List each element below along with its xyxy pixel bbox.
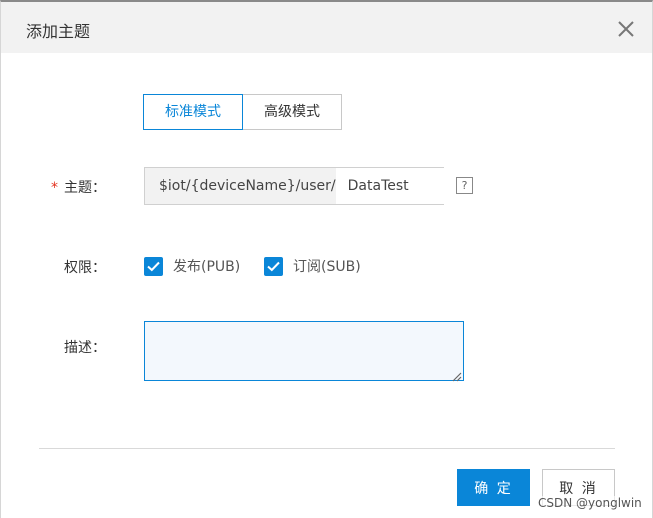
- topic-prefix: $iot/{deviceName}/user/: [145, 168, 336, 204]
- tab-advanced-mode[interactable]: 高级模式: [243, 94, 342, 130]
- checkmark-icon[interactable]: [264, 256, 283, 276]
- help-icon[interactable]: ?: [456, 177, 473, 194]
- checkbox-subscribe-label: 订阅(SUB): [293, 259, 361, 275]
- required-mark: *: [51, 180, 58, 196]
- permission-label: 权限：: [64, 260, 106, 276]
- description-label: 描述：: [64, 340, 106, 356]
- checkbox-publish[interactable]: 发布(PUB): [144, 256, 240, 276]
- checkbox-subscribe[interactable]: 订阅(SUB): [264, 256, 361, 276]
- dialog-title: 添加主题: [26, 22, 91, 41]
- add-topic-dialog: 添加主题 标准模式 高级模式 * 主题： $iot/{deviceName}/us…: [0, 0, 653, 518]
- footer-divider: [39, 448, 615, 449]
- close-icon[interactable]: [615, 18, 637, 40]
- tab-standard-mode[interactable]: 标准模式: [143, 94, 243, 130]
- topic-input[interactable]: [335, 168, 522, 204]
- description-textarea[interactable]: [144, 321, 464, 381]
- topic-field: $iot/{deviceName}/user/: [144, 167, 522, 205]
- checkmark-icon[interactable]: [144, 256, 163, 276]
- topic-label: * 主题：: [51, 177, 106, 197]
- watermark: CSDN @yonglwin: [538, 496, 642, 510]
- mode-segmented-control: 标准模式 高级模式: [143, 94, 342, 130]
- topic-label-text: 主题：: [64, 180, 106, 196]
- checkbox-publish-label: 发布(PUB): [173, 259, 241, 275]
- dialog-header: 添加主题: [1, 2, 652, 53]
- confirm-button[interactable]: 确 定: [457, 469, 530, 506]
